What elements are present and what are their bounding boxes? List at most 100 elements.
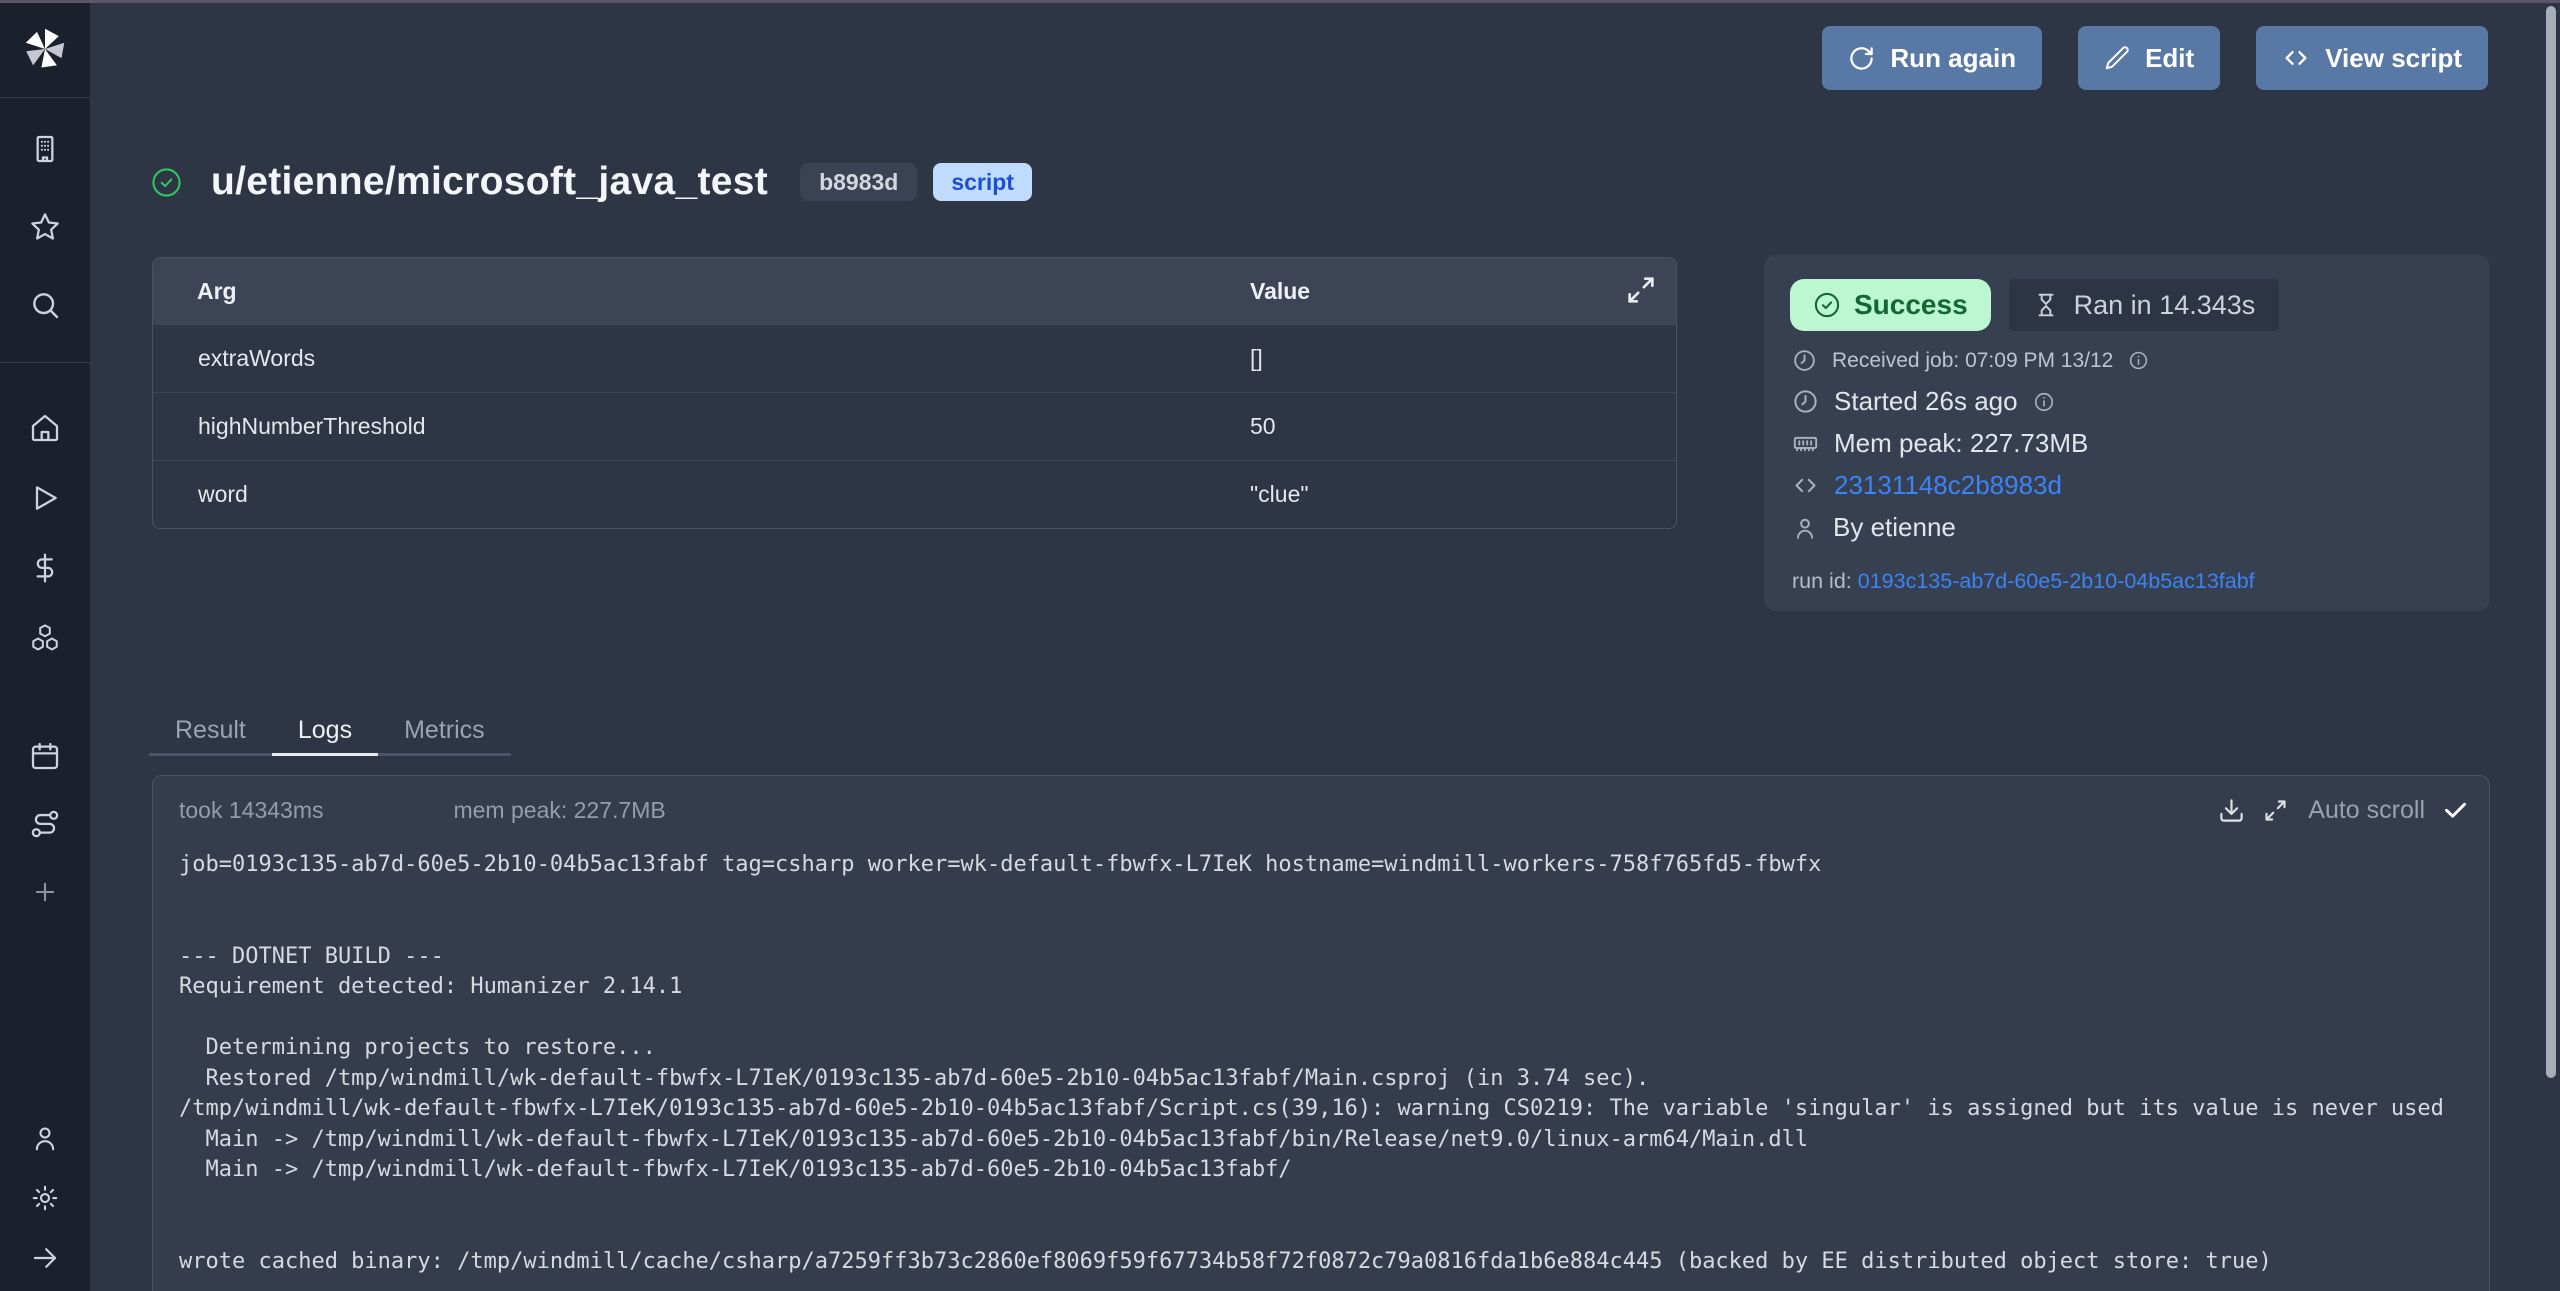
tab-metrics[interactable]: Metrics <box>378 707 511 756</box>
refresh-icon <box>1848 45 1875 72</box>
arg-name: highNumberThreshold <box>153 413 1250 440</box>
args-table-header: Arg Value <box>153 258 1676 324</box>
mem-peak-label: Mem peak: 227.73MB <box>1834 428 2088 459</box>
clock-icon <box>1792 348 1817 373</box>
sidebar-item-runs[interactable] <box>22 475 68 521</box>
script-hash-badge: b8983d <box>800 163 917 201</box>
arg-name: extraWords <box>153 345 1250 372</box>
sidebar-item-flows[interactable] <box>22 801 68 847</box>
page-scrollbar-thumb[interactable] <box>2546 6 2556 1078</box>
auto-scroll-label[interactable]: Auto scroll <box>2308 796 2425 825</box>
sidebar-item-add[interactable] <box>22 869 68 915</box>
expand-table-icon[interactable] <box>1624 273 1658 307</box>
auto-scroll-checkbox[interactable] <box>2442 797 2469 824</box>
cubes-icon <box>29 622 61 654</box>
edit-button[interactable]: Edit <box>2078 26 2220 90</box>
status-badge: Success <box>1790 279 1991 331</box>
window-top-accent <box>0 0 2560 3</box>
sidebar-item-favorites[interactable] <box>22 204 68 250</box>
status-label: Success <box>1854 289 1968 321</box>
success-check-circle-icon <box>150 166 183 199</box>
duration-pill: Ran in 14.343s <box>2009 279 2280 331</box>
toolbar: Run again Edit View script <box>1822 26 2488 90</box>
code-icon <box>1792 472 1819 499</box>
sidebar-item-home[interactable] <box>22 405 68 451</box>
windmill-run-page: Run again Edit View script u/e <box>0 0 2560 1291</box>
run-again-label: Run again <box>1890 43 2016 74</box>
pencil-icon <box>2104 45 2130 71</box>
author-label: By etienne <box>1833 512 1956 543</box>
job-kind-badge: script <box>933 163 1032 201</box>
sidebar-separator <box>0 97 90 98</box>
play-icon <box>29 482 61 514</box>
arg-value: 50 <box>1250 413 1276 440</box>
windmill-logo[interactable] <box>22 26 68 77</box>
script-hash-line: 23131148c2b8983d <box>1792 470 2464 501</box>
table-row: word "clue" <box>153 460 1676 528</box>
args-col-arg: Arg <box>153 278 1250 305</box>
args-table: Arg Value extraWords [] highNumberThresh… <box>152 257 1677 529</box>
run-id-line: run id: 0193c135-ab7d-60e5-2b10-04b5ac13… <box>1792 569 2464 594</box>
sidebar-item-workspace[interactable] <box>22 126 68 172</box>
author-line: By etienne <box>1792 512 2464 543</box>
page-title: u/etienne/microsoft_java_test <box>211 160 768 204</box>
status-row: Success Ran in 14.343s <box>1790 279 2464 331</box>
arg-value: [] <box>1250 345 1263 372</box>
args-col-value: Value <box>1250 278 1310 305</box>
received-label: Received job: 07:09 PM 13/12 <box>1832 349 2113 373</box>
expand-log-icon[interactable] <box>2262 797 2289 824</box>
edit-label: Edit <box>2145 43 2194 74</box>
run-info-card: Success Ran in 14.343s Received job: 07:… <box>1764 255 2490 611</box>
view-script-button[interactable]: View script <box>2256 26 2488 90</box>
user-icon <box>30 1123 60 1153</box>
sidebar <box>0 0 90 1291</box>
clock-icon <box>1792 388 1819 415</box>
tab-logs[interactable]: Logs <box>272 707 378 756</box>
user-icon <box>1792 515 1818 541</box>
run-again-button[interactable]: Run again <box>1822 26 2042 90</box>
script-hash-link[interactable]: 23131148c2b8983d <box>1834 470 2062 501</box>
route-icon <box>29 808 61 840</box>
table-row: highNumberThreshold 50 <box>153 392 1676 460</box>
search-icon <box>29 289 61 321</box>
hourglass-icon <box>2033 292 2059 318</box>
sidebar-item-collapse[interactable] <box>22 1235 68 1281</box>
dollar-icon <box>29 552 61 584</box>
log-took-label: took 14343ms <box>179 797 323 824</box>
sidebar-item-resources[interactable] <box>22 615 68 661</box>
log-actions: Auto scroll <box>2218 796 2469 825</box>
download-log-icon[interactable] <box>2218 797 2245 824</box>
building-icon <box>29 133 61 165</box>
calendar-icon <box>29 740 61 772</box>
view-script-label: View script <box>2325 43 2462 74</box>
gear-icon <box>30 1183 60 1213</box>
memory-icon <box>1792 430 1819 457</box>
title-row: u/etienne/microsoft_java_test b8983d scr… <box>150 160 1032 204</box>
arg-name: word <box>153 481 1250 508</box>
code-icon <box>2282 44 2310 72</box>
sidebar-item-schedules[interactable] <box>22 733 68 779</box>
info-icon[interactable] <box>2033 391 2055 413</box>
arrow-right-icon <box>30 1243 60 1273</box>
check-circle-icon <box>1813 291 1841 319</box>
tab-result[interactable]: Result <box>149 707 272 756</box>
info-icon[interactable] <box>2128 350 2149 371</box>
log-mem-peak-label: mem peak: 227.7MB <box>453 797 665 824</box>
started-line: Started 26s ago <box>1792 386 2464 417</box>
star-icon <box>29 211 61 243</box>
log-panel: took 14343ms mem peak: 227.7MB Auto scro… <box>152 775 2490 1291</box>
started-label: Started 26s ago <box>1834 386 2018 417</box>
table-row: extraWords [] <box>153 324 1676 392</box>
run-id-link[interactable]: 0193c135-ab7d-60e5-2b10-04b5ac13fabf <box>1858 569 2255 593</box>
sidebar-item-search[interactable] <box>22 282 68 328</box>
plus-icon <box>31 878 59 906</box>
result-tabs: Result Logs Metrics <box>149 707 511 756</box>
run-id-label: run id: <box>1792 569 1852 593</box>
sidebar-item-settings[interactable] <box>22 1175 68 1221</box>
sidebar-item-variables[interactable] <box>22 545 68 591</box>
received-line: Received job: 07:09 PM 13/12 <box>1792 348 2464 373</box>
sidebar-item-account[interactable] <box>22 1115 68 1161</box>
home-icon <box>29 412 61 444</box>
mem-peak-line: Mem peak: 227.73MB <box>1792 428 2464 459</box>
pinwheel-blades <box>22 29 68 72</box>
